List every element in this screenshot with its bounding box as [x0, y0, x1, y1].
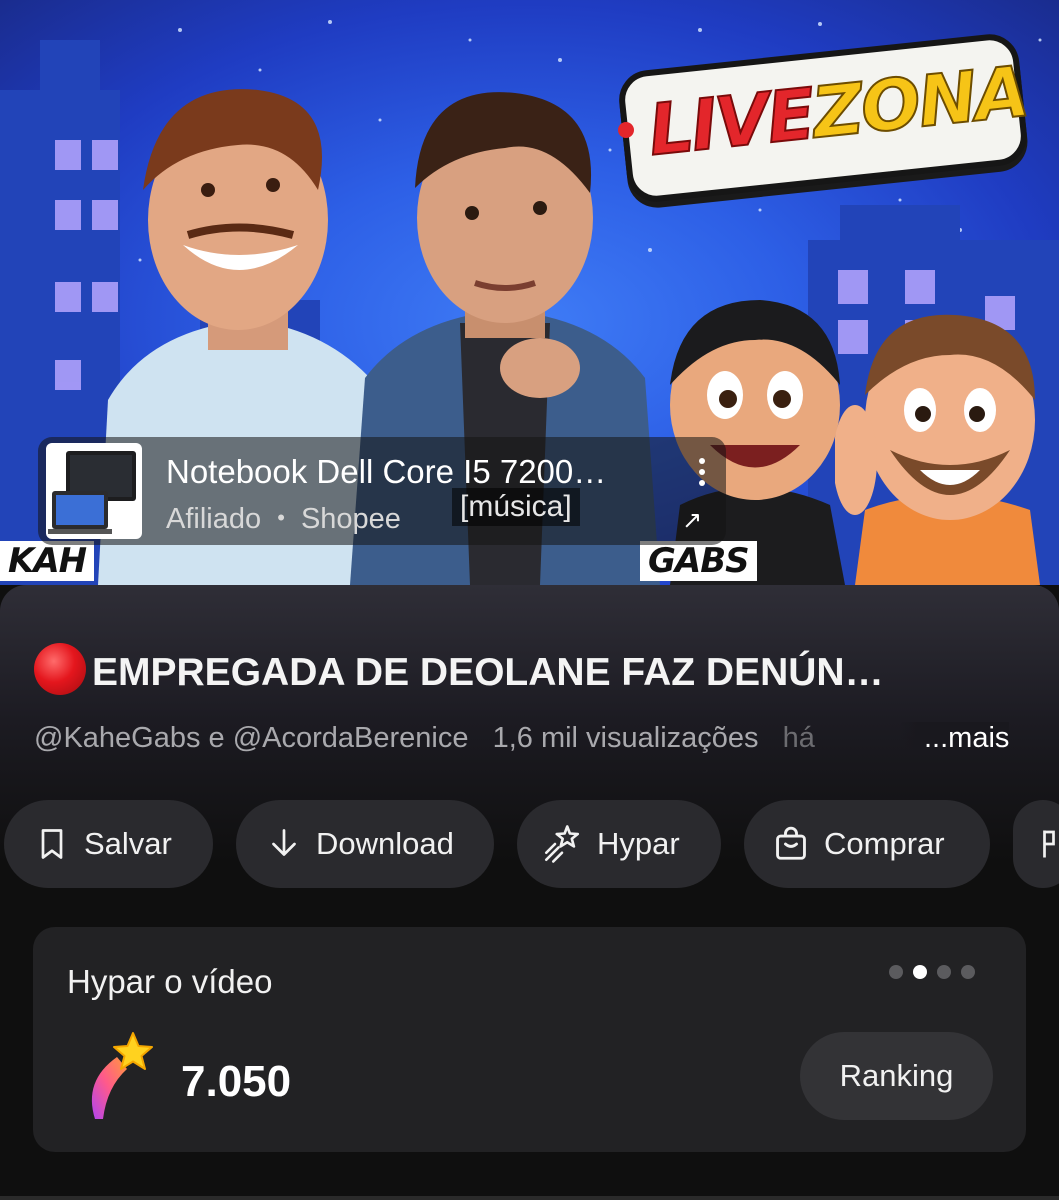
- pager-dot: [937, 965, 951, 979]
- pager-dot: [889, 965, 903, 979]
- buy-label: Comprar: [824, 826, 945, 861]
- tag-gabs: GABS: [640, 541, 757, 581]
- download-button[interactable]: Download: [236, 800, 494, 888]
- closed-caption: [música]: [452, 488, 580, 526]
- more-vert-icon[interactable]: [690, 455, 714, 495]
- download-label: Download: [316, 826, 454, 861]
- download-icon: [272, 829, 296, 856]
- video-player[interactable]: LIVEZONA KAH GABS Notebook Dell Core I5 …: [0, 0, 1059, 585]
- hype-card-title: Hypar o vídeo: [67, 963, 273, 1000]
- channel-names[interactable]: @KaheGabs e @AcordaBerenice: [34, 722, 469, 754]
- laptop-icon: [48, 451, 136, 534]
- hype-icon: [544, 825, 580, 863]
- cartoon-right-image: [835, 314, 1040, 585]
- shooting-star-icon: [91, 1032, 153, 1119]
- video-title-text: EMPREGADA DE DEOLANE FAZ DENÚN…: [92, 651, 884, 694]
- video-meta[interactable]: @KaheGabs e @AcordaBerenice 1,6 mil visu…: [34, 722, 1024, 755]
- pager-dot: [961, 965, 975, 979]
- buy-button[interactable]: Comprar: [744, 800, 990, 888]
- meta-separator: •: [277, 505, 285, 530]
- live-indicator-icon: [34, 643, 86, 695]
- video-title[interactable]: EMPREGADA DE DEOLANE FAZ DENÚN…: [34, 643, 1024, 695]
- open-external-icon[interactable]: ↗: [682, 506, 702, 535]
- product-thumbnail: [46, 443, 142, 539]
- flag-icon: [1043, 830, 1055, 858]
- view-count: 1,6 mil visualizações: [492, 722, 759, 754]
- bottom-divider: [0, 1196, 1059, 1200]
- tag-kah: KAH: [0, 541, 95, 581]
- hype-label: Hypar: [597, 826, 680, 861]
- pager-dot-active: [913, 965, 927, 979]
- product-overlay-card[interactable]: Notebook Dell Core I5 7200… Afiliado • S…: [38, 437, 726, 545]
- shopping-bag-icon: [776, 826, 806, 860]
- more-link[interactable]: ...mais: [900, 722, 1010, 755]
- product-title[interactable]: Notebook Dell Core I5 7200…: [166, 453, 606, 491]
- logo-live-text: LIVE: [644, 72, 818, 173]
- logo-dot: [618, 122, 634, 138]
- carousel-pager: [889, 965, 975, 979]
- hype-card[interactable]: Hypar o vídeo 7.050 Ranking: [33, 927, 1026, 1152]
- store-name: Shopee: [300, 503, 401, 535]
- hype-button[interactable]: Hypar: [517, 800, 721, 888]
- save-button[interactable]: Salvar: [4, 800, 213, 888]
- action-chips: Salvar Download Hypar Comprar: [0, 800, 1059, 888]
- affiliate-label: Afiliado: [166, 503, 262, 535]
- hype-count: 7.050: [181, 1057, 292, 1106]
- save-label: Salvar: [84, 826, 172, 861]
- ranking-button[interactable]: Ranking: [800, 1032, 993, 1120]
- upload-time: há: [782, 722, 815, 754]
- bookmark-icon: [41, 829, 63, 859]
- product-meta: Afiliado • Shopee: [166, 503, 401, 536]
- next-chip-button[interactable]: [1013, 800, 1059, 888]
